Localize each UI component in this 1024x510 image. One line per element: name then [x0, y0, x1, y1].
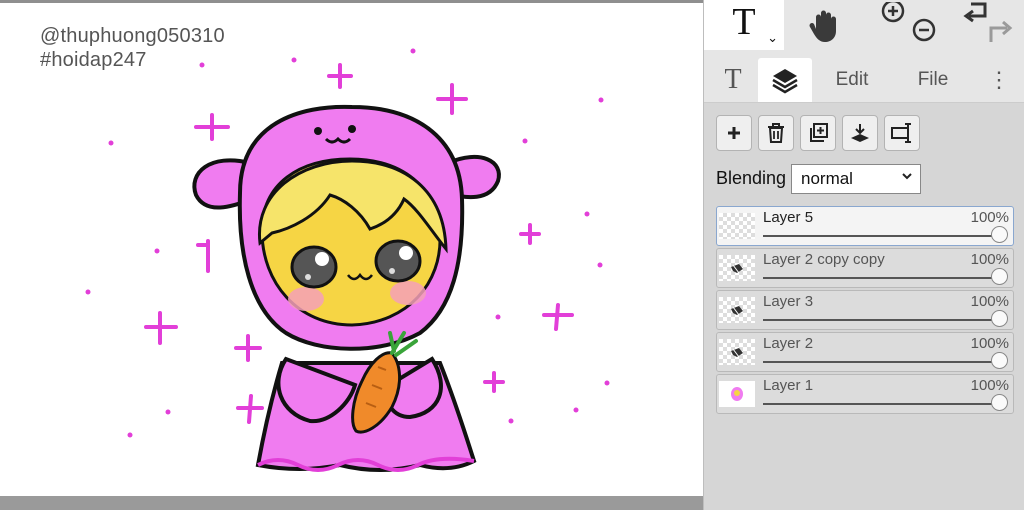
blending-mode-value: normal [801, 169, 853, 188]
canvas-area[interactable]: @thuphuong050310 #hoidap247 [0, 0, 703, 510]
duplicate-layer-button[interactable] [800, 115, 836, 151]
text-tool-icon: T [732, 1, 756, 43]
layer-opacity-value: 100% [970, 209, 1009, 226]
trash-icon [768, 123, 784, 143]
tab-layers[interactable] [758, 58, 812, 102]
layer-thumbnail [719, 213, 755, 239]
chibi-artwork [85, 48, 610, 472]
canvas-horizontal-scrollbar[interactable] [0, 496, 703, 510]
layer-opacity-slider[interactable] [763, 319, 1001, 321]
layer-thumbnail [719, 297, 755, 323]
add-layer-button[interactable] [716, 115, 752, 151]
layer-thumbnail [719, 255, 755, 281]
layer-opacity-value: 100% [970, 251, 1009, 268]
layer-properties-button[interactable] [884, 115, 920, 151]
merge-down-icon [851, 124, 869, 142]
layer-opacity-value: 100% [970, 377, 1009, 394]
layer-name: Layer 5 [763, 209, 814, 226]
toolbar: T ⌄ [704, 0, 1024, 51]
layer-opacity-value: 100% [970, 335, 1009, 352]
duplicate-icon [810, 123, 828, 142]
layer-item[interactable]: Layer 3 100% [716, 290, 1014, 330]
chevron-down-icon[interactable]: ⌄ [767, 30, 778, 46]
undo-icon[interactable] [962, 2, 986, 23]
layer-thumbnail [719, 381, 755, 407]
layer-item[interactable]: Layer 2 100% [716, 332, 1014, 372]
layer-opacity-slider-handle[interactable] [991, 310, 1008, 327]
text-tool-button[interactable]: T ⌄ [704, 0, 784, 50]
layer-opacity-slider-handle[interactable] [991, 394, 1008, 411]
layer-item[interactable]: Layer 5 100% [716, 206, 1014, 246]
zoom-in-icon[interactable] [881, 2, 905, 23]
layer-opacity-slider[interactable] [763, 277, 1001, 279]
layer-opacity-slider-handle[interactable] [991, 268, 1008, 285]
layer-item[interactable]: Layer 2 copy copy 100% [716, 248, 1014, 288]
hand-icon [809, 10, 836, 42]
tab-edit[interactable]: Edit [816, 58, 888, 102]
layer-item[interactable]: Layer 1 100% [716, 374, 1014, 414]
redo-icon[interactable] [989, 20, 1012, 42]
layer-opacity-slider-handle[interactable] [991, 352, 1008, 369]
chevron-down-icon [901, 169, 913, 185]
tab-file[interactable]: File [900, 58, 966, 102]
panel-tabs: T Edit File ⋮ [704, 50, 1024, 103]
history-tools [944, 0, 1024, 50]
layers-icon [772, 69, 798, 94]
drawing-canvas[interactable]: @thuphuong050310 #hoidap247 [0, 3, 703, 496]
text-box-icon [891, 123, 911, 143]
plus-icon [728, 127, 740, 139]
layer-thumbnail [719, 339, 755, 365]
zoom-out-icon[interactable] [912, 18, 936, 42]
layers-panel: T ⌄ T Edit File ⋮ Blending normal Layer … [703, 0, 1024, 510]
layer-opacity-value: 100% [970, 293, 1009, 310]
more-menu-button[interactable]: ⋮ [984, 58, 1014, 102]
blending-mode-select[interactable]: normal [791, 164, 921, 194]
blending-label: Blending [716, 168, 787, 188]
zoom-tools [866, 0, 944, 50]
layer-name: Layer 1 [763, 377, 814, 394]
layer-opacity-slider[interactable] [763, 403, 1001, 405]
layer-opacity-slider[interactable] [763, 361, 1001, 363]
hand-tool-button[interactable] [784, 0, 866, 50]
layer-name: Layer 2 [763, 335, 814, 352]
layer-name: Layer 2 copy copy [763, 251, 885, 268]
layer-opacity-slider-handle[interactable] [991, 226, 1008, 243]
layer-opacity-slider[interactable] [763, 235, 1001, 237]
merge-down-button[interactable] [842, 115, 878, 151]
delete-layer-button[interactable] [758, 115, 794, 151]
layer-name: Layer 3 [763, 293, 814, 310]
tab-text[interactable]: T [710, 58, 756, 102]
